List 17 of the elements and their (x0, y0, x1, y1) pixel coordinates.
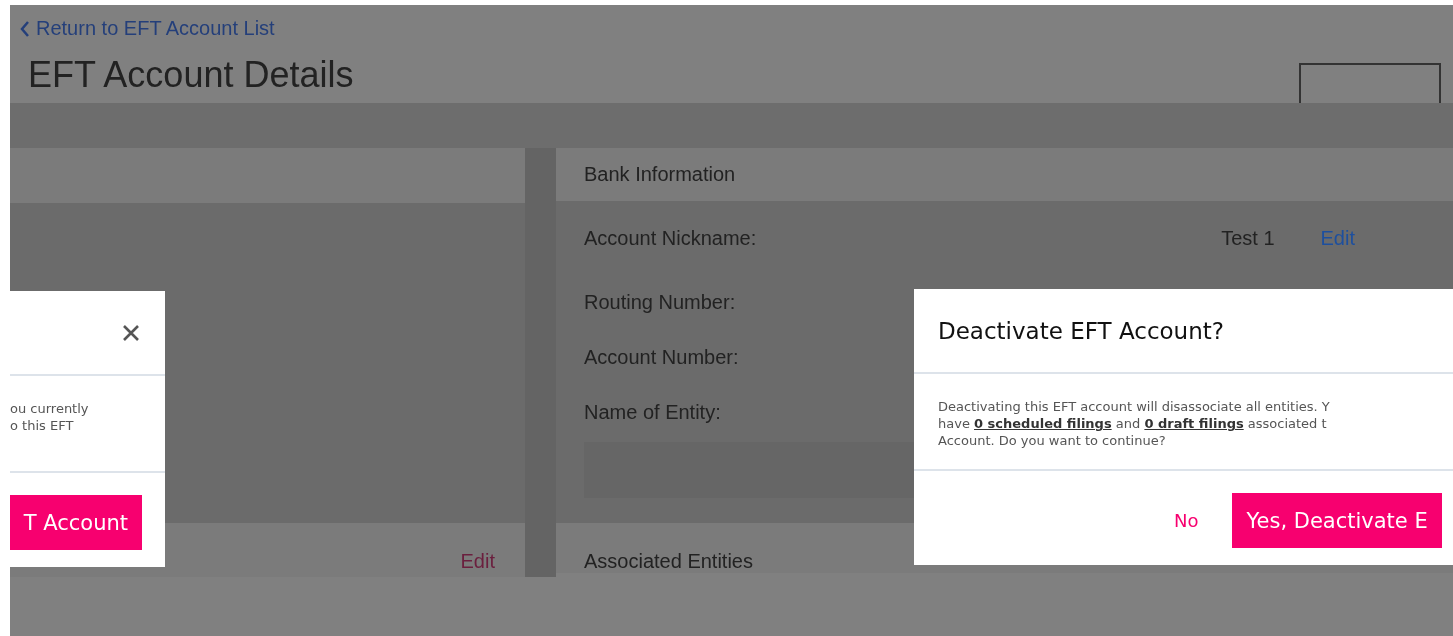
close-icon[interactable] (121, 322, 141, 343)
confirm-button[interactable]: Yes, Deactivate E (1232, 493, 1442, 548)
dialog-title: Deactivate EFT Account? (938, 317, 1225, 344)
dialog-message: Deactivating this EFT account will disassociate all entities. Y have 0 scheduled filings and 0 draft filings associated t Account. Do you want to continue? (938, 398, 1331, 449)
field-value: Test 1 (1221, 226, 1275, 250)
field-label: Name of Entity: (584, 401, 721, 424)
field-label: Account Number: (584, 346, 739, 369)
confirm-button[interactable]: T Account (10, 495, 142, 550)
field-label: Account Nickname: (584, 226, 757, 250)
edit-link[interactable]: Edit (460, 550, 495, 573)
dialog-message: ou currently o this EFT (10, 400, 90, 434)
panel-title: Bank Information (584, 163, 736, 186)
page-title: EFT Account Details (28, 54, 354, 95)
panel-title: Associated Entities (584, 550, 753, 573)
cancel-button[interactable]: No (1168, 509, 1205, 532)
field-label: Routing Number: (584, 291, 736, 314)
chevron-left-icon (20, 20, 30, 37)
